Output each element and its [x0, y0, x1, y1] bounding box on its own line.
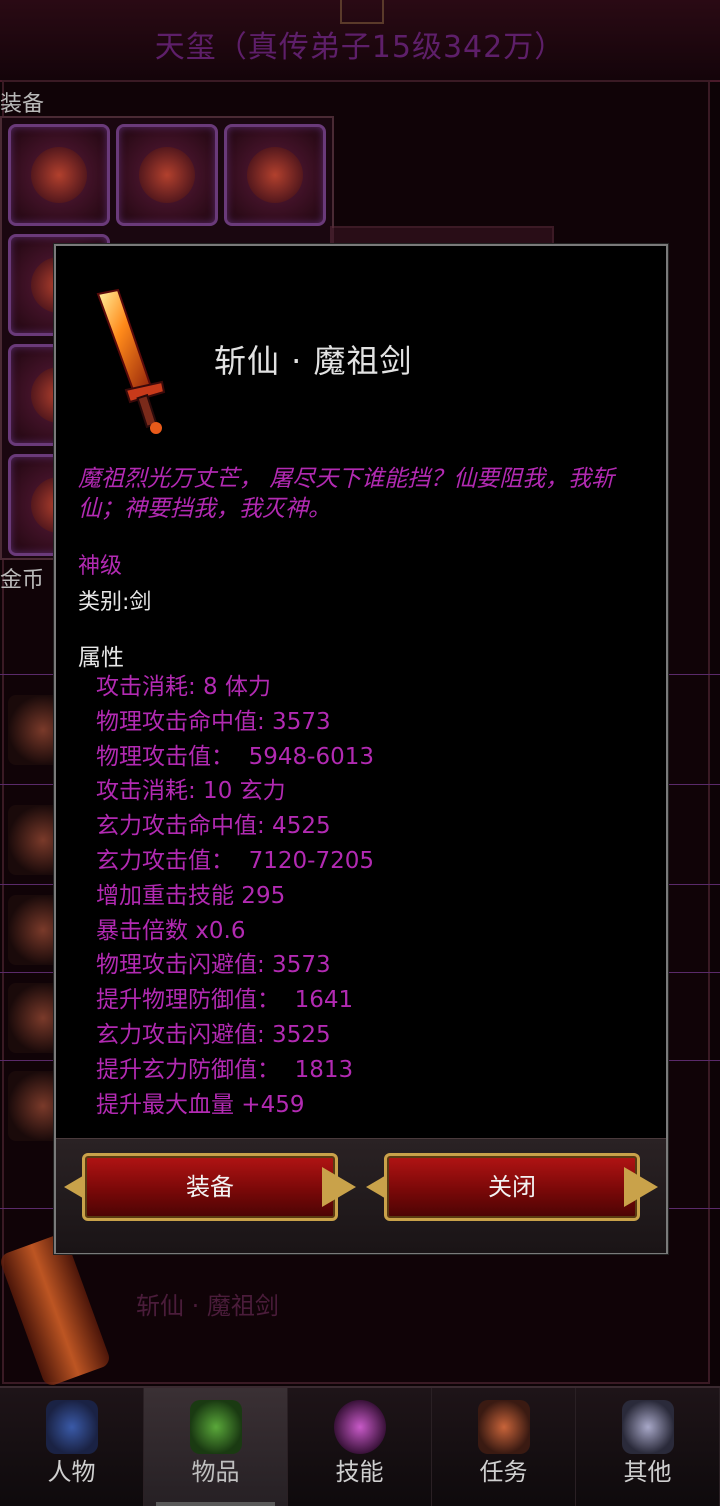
tab-quests[interactable]: 任务 — [432, 1388, 576, 1506]
header-ornament — [340, 0, 384, 24]
attributes-heading: 属性 — [78, 645, 124, 671]
quests-icon — [478, 1400, 530, 1454]
attribute-line: 攻击消耗: 10 玄力 — [96, 778, 286, 805]
dialog-footer: 装备 关闭 — [56, 1138, 666, 1253]
attributes-list: 攻击消耗: 8 体力 物理攻击命中值: 3573 物理攻击值： 5948-601… — [96, 670, 374, 1122]
close-button[interactable]: 关闭 — [366, 1153, 658, 1221]
button-ornament — [322, 1167, 356, 1207]
skills-icon — [334, 1400, 386, 1454]
tab-skills[interactable]: 技能 — [288, 1388, 432, 1506]
button-ornament — [624, 1167, 658, 1207]
armor-icon — [139, 147, 195, 203]
tab-other[interactable]: 其他 — [576, 1388, 720, 1506]
attribute-line: 提升最大血量 +459 — [96, 1091, 305, 1118]
attribute-line: 提升玄力防御值： 1813 — [96, 1056, 354, 1083]
attribute-line: 攻击消耗: 8 体力 — [96, 674, 272, 700]
attribute-line: 玄力攻击值： 7120-7205 — [96, 847, 374, 874]
close-button-label: 关闭 — [488, 1173, 536, 1201]
attribute-line: 增加重击技能 295 — [96, 882, 286, 909]
equip-button[interactable]: 装备 — [64, 1153, 356, 1221]
equip-slot-helmet[interactable] — [8, 124, 110, 226]
equip-button-label: 装备 — [186, 1173, 234, 1201]
equip-slot-accessory[interactable] — [224, 124, 326, 226]
item-description: 魔祖烈光万丈芒， 屠尽天下谁能挡？仙要阻我，我斩仙；神要挡我，我灭神。 — [78, 466, 615, 522]
equipment-label: 装备 — [0, 92, 45, 117]
attribute-line: 暴击倍数 x0.6 — [96, 917, 246, 944]
attribute-line: 玄力攻击命中值: 4525 — [96, 813, 331, 840]
attribute-line: 提升物理防御值： 1641 — [96, 987, 354, 1014]
gold-label: 金币 — [0, 568, 45, 593]
items-icon — [190, 1400, 242, 1454]
other-icon — [622, 1400, 674, 1454]
attribute-line: 玄力攻击闪避值: 3525 — [96, 1021, 331, 1048]
bottom-nav: 人物 物品 技能 任务 其他 — [0, 1386, 720, 1506]
tab-label: 物品 — [191, 1458, 240, 1486]
tab-label: 任务 — [479, 1458, 528, 1486]
attribute-line: 物理攻击值： 5948-6013 — [96, 743, 374, 770]
equip-slot-armor[interactable] — [116, 124, 218, 226]
tab-label: 人物 — [47, 1458, 96, 1486]
item-name: 斩仙 · 魔祖剑 — [214, 342, 413, 380]
tab-items[interactable]: 物品 — [144, 1388, 288, 1506]
helmet-icon — [31, 147, 87, 203]
item-tier: 神级 — [78, 554, 123, 579]
item-detail-dialog: 斩仙 · 魔祖剑 魔祖烈光万丈芒， 屠尽天下谁能挡？仙要阻我，我斩仙；神要挡我，… — [54, 244, 668, 1254]
accessory-icon — [247, 147, 303, 203]
tab-character[interactable]: 人物 — [0, 1388, 144, 1506]
attribute-line: 物理攻击命中值: 3573 — [96, 708, 331, 735]
attribute-line: 物理攻击闪避值: 3573 — [96, 952, 331, 979]
character-icon — [46, 1400, 98, 1454]
tab-label: 其他 — [623, 1458, 672, 1486]
list-item-name: 斩仙 · 魔祖剑 — [136, 1292, 279, 1320]
character-title: 天玺（真传弟子15级342万） — [154, 30, 566, 65]
item-category: 类别:剑 — [78, 590, 152, 615]
sword-icon — [96, 288, 166, 434]
header-bar: 天玺（真传弟子15级342万） — [0, 0, 720, 82]
tab-label: 技能 — [335, 1458, 384, 1486]
